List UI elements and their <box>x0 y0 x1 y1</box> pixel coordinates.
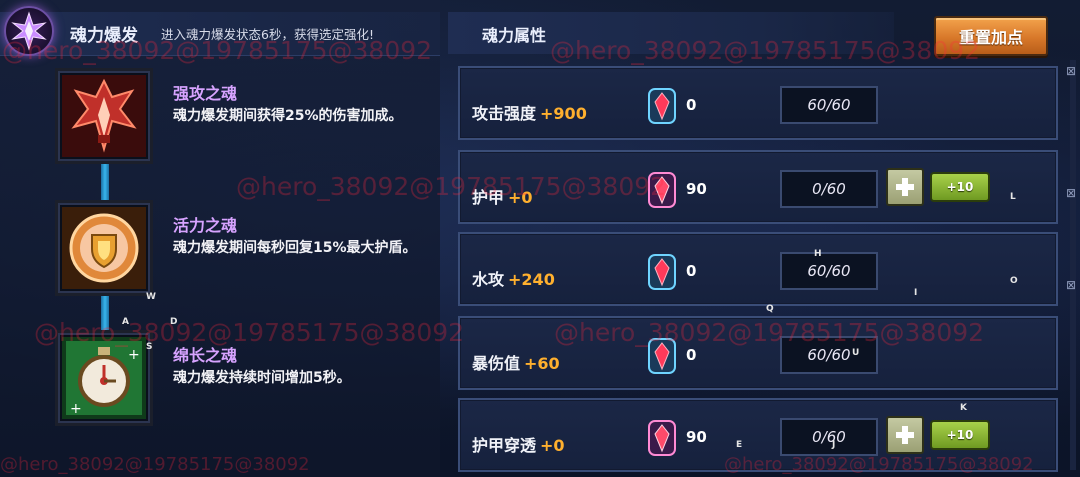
soul-gem-icon <box>648 172 676 208</box>
shield-soul-icon <box>62 207 146 289</box>
attribute-bonus: +0 <box>540 436 565 455</box>
key-hint: I <box>914 288 918 298</box>
soul-name: 强攻之魂 <box>173 84 238 103</box>
attribute-progress: 60/60 <box>780 252 878 290</box>
attribute-row-crit-damage: 暴伤值 +60 0 60/60 <box>458 316 1058 390</box>
soul-description: 魂力爆发期间每秒回复15%最大护盾。 <box>173 240 417 256</box>
add-ten-points-button[interactable]: +10 <box>930 172 990 202</box>
attack-soul-icon <box>62 75 146 157</box>
svg-text:+: + <box>128 347 140 363</box>
attribute-name-wrap: 暴伤值 +60 <box>472 350 560 374</box>
side-edge-glyph: ⊠ <box>1066 278 1077 292</box>
soul-gem-icon <box>648 254 676 290</box>
gem-count: 0 <box>686 96 697 114</box>
gem-count: 0 <box>686 262 697 280</box>
crystal-burst-icon <box>11 11 47 51</box>
attribute-row-attack: 攻击强度 +900 0 60/60 <box>458 66 1058 140</box>
key-hint: D <box>170 317 178 327</box>
attribute-name-wrap: 护甲穿透 +0 <box>472 432 565 456</box>
attributes-title: 魂力属性 <box>482 26 547 45</box>
soul-icon-frame <box>55 68 153 164</box>
attribute-bonus: +900 <box>540 104 587 123</box>
clock-soul-icon: + + <box>62 337 146 419</box>
attribute-progress: 0/60 <box>780 170 878 208</box>
side-edge-glyph: ⊠ <box>1066 186 1077 200</box>
key-hint: K <box>960 403 967 413</box>
gem-count: 0 <box>686 346 697 364</box>
attribute-row-armor-penetration: 护甲穿透 +0 90 0/60 +10 <box>458 398 1058 472</box>
key-hint: U <box>852 348 860 358</box>
attribute-progress: 60/60 <box>780 86 878 124</box>
attribute-bonus: +60 <box>524 354 560 373</box>
soul-option-endurance[interactable]: + + 绵长之魂 魂力爆发持续时间增加5秒。 <box>55 330 435 430</box>
soul-attributes-panel: 魂力属性 重置加点 ⊠ ⊠ ⊠ 攻击强度 +900 0 60/60 护甲 +0 90… <box>448 0 1080 477</box>
soul-gem-icon <box>648 420 676 456</box>
side-edge-glyph: ⊠ <box>1066 64 1077 78</box>
gem-count: 90 <box>686 180 707 198</box>
key-hint: Q <box>766 304 774 314</box>
soul-burst-icon[interactable] <box>4 6 54 56</box>
soul-burst-panel: 魂力爆发 进入魂力爆发状态6秒，获得选定强化! 强攻之魂 魂力爆发期间获得25%… <box>0 0 440 477</box>
soul-icon-frame: + + <box>55 330 153 426</box>
attribute-bonus: +0 <box>508 188 533 207</box>
key-hint: A <box>122 317 129 327</box>
soul-description: 魂力爆发持续时间增加5秒。 <box>173 370 351 386</box>
attribute-name: 护甲穿透 <box>472 436 537 455</box>
attribute-name: 护甲 <box>472 188 505 207</box>
soul-option-strike[interactable]: 强攻之魂 魂力爆发期间获得25%的伤害加成。 <box>55 68 435 168</box>
attribute-name: 攻击强度 <box>472 104 537 123</box>
soul-gem-icon <box>648 88 676 124</box>
attribute-row-water-attack: 水攻 +240 0 60/60 <box>458 232 1058 306</box>
soul-burst-title: 魂力爆发 <box>70 26 138 46</box>
soul-burst-description: 进入魂力爆发状态6秒，获得选定强化! <box>161 27 374 42</box>
reset-points-button[interactable]: 重置加点 <box>934 16 1048 56</box>
plus-icon <box>896 178 914 196</box>
attribute-row-armor: 护甲 +0 90 0/60 +10 <box>458 150 1058 224</box>
attribute-progress: 60/60 <box>780 336 878 374</box>
key-hint: W <box>146 292 156 302</box>
attribute-name-wrap: 水攻 +240 <box>472 266 555 290</box>
soul-option-vitality[interactable]: 活力之魂 魂力爆发期间每秒回复15%最大护盾。 <box>55 200 435 300</box>
key-hint: E <box>736 440 743 450</box>
key-hint: J <box>832 440 836 450</box>
soul-gem-icon <box>648 338 676 374</box>
soul-name: 绵长之魂 <box>173 346 238 365</box>
attribute-progress: 0/60 <box>780 418 878 456</box>
attribute-name: 水攻 <box>472 270 505 289</box>
key-hint: H <box>814 249 822 259</box>
attribute-name-wrap: 攻击强度 +900 <box>472 100 587 124</box>
plus-icon <box>896 426 914 444</box>
soul-name: 活力之魂 <box>173 216 238 235</box>
soul-description: 魂力爆发期间获得25%的伤害加成。 <box>173 108 403 124</box>
attribute-name: 暴伤值 <box>472 354 521 373</box>
add-ten-points-button[interactable]: +10 <box>930 420 990 450</box>
key-hint: L <box>1010 192 1016 202</box>
gem-count: 90 <box>686 428 707 446</box>
add-point-button[interactable] <box>886 168 924 206</box>
attribute-bonus: +240 <box>508 270 555 289</box>
attribute-name-wrap: 护甲 +0 <box>472 184 533 208</box>
key-hint: S <box>146 342 153 352</box>
key-hint: O <box>1010 276 1018 286</box>
add-point-button[interactable] <box>886 416 924 454</box>
soul-icon-frame <box>55 200 153 296</box>
svg-text:+: + <box>70 401 82 417</box>
scrollbar[interactable] <box>1070 60 1076 470</box>
